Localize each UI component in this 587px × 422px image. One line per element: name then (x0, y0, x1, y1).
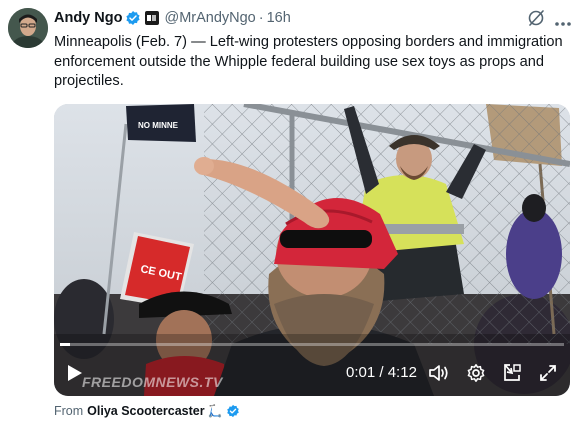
affiliation-logo-icon (147, 15, 157, 21)
video-player[interactable]: NO MINNE CE OUT FREEDOMNEWS.TV 0:01 / 4:… (54, 104, 570, 396)
author-handle[interactable]: @MrAndyNgo (164, 10, 255, 26)
separator-dot: · (258, 10, 264, 26)
tweet-text: Minneapolis (Feb. 7) — Left-wing protest… (54, 34, 563, 89)
source-prefix: From (54, 404, 84, 418)
verified-badge-icon (226, 404, 240, 418)
time-separator: / (379, 364, 384, 381)
video-watermark: FREEDOMNEWS.TV (82, 374, 223, 390)
source-name-link[interactable]: Oliya Scootercaster (87, 404, 204, 418)
author-name[interactable]: Andy Ngo (54, 10, 122, 26)
affiliation-badge-icon[interactable] (145, 11, 160, 25)
tweet-timestamp[interactable]: 16h (267, 10, 291, 26)
video-progress-bar[interactable] (60, 343, 564, 346)
avatar-image (8, 8, 48, 48)
current-time: 0:01 (346, 364, 376, 381)
fullscreen-icon[interactable] (538, 363, 558, 388)
video-frame: NO MINNE CE OUT (54, 104, 570, 396)
tweet-header: Andy Ngo @MrAndyNgo · 16h (54, 9, 291, 27)
banner-text: NO MINNE (138, 121, 179, 130)
avatar[interactable] (8, 8, 48, 48)
video-progress-fill (60, 343, 71, 346)
video-timecode: 0:01 / 4:12 (346, 364, 417, 381)
grok-icon[interactable] (526, 8, 546, 33)
video-source-attribution: From Oliya Scootercaster 🛴 (54, 404, 240, 418)
verified-badge-icon (125, 10, 141, 26)
picture-in-picture-icon[interactable] (502, 363, 522, 388)
more-options-icon[interactable] (554, 14, 572, 32)
settings-gear-icon[interactable] (466, 363, 486, 388)
video-duration: 4:12 (387, 364, 417, 381)
volume-icon[interactable] (428, 363, 450, 388)
scooter-emoji: 🛴 (207, 404, 223, 418)
